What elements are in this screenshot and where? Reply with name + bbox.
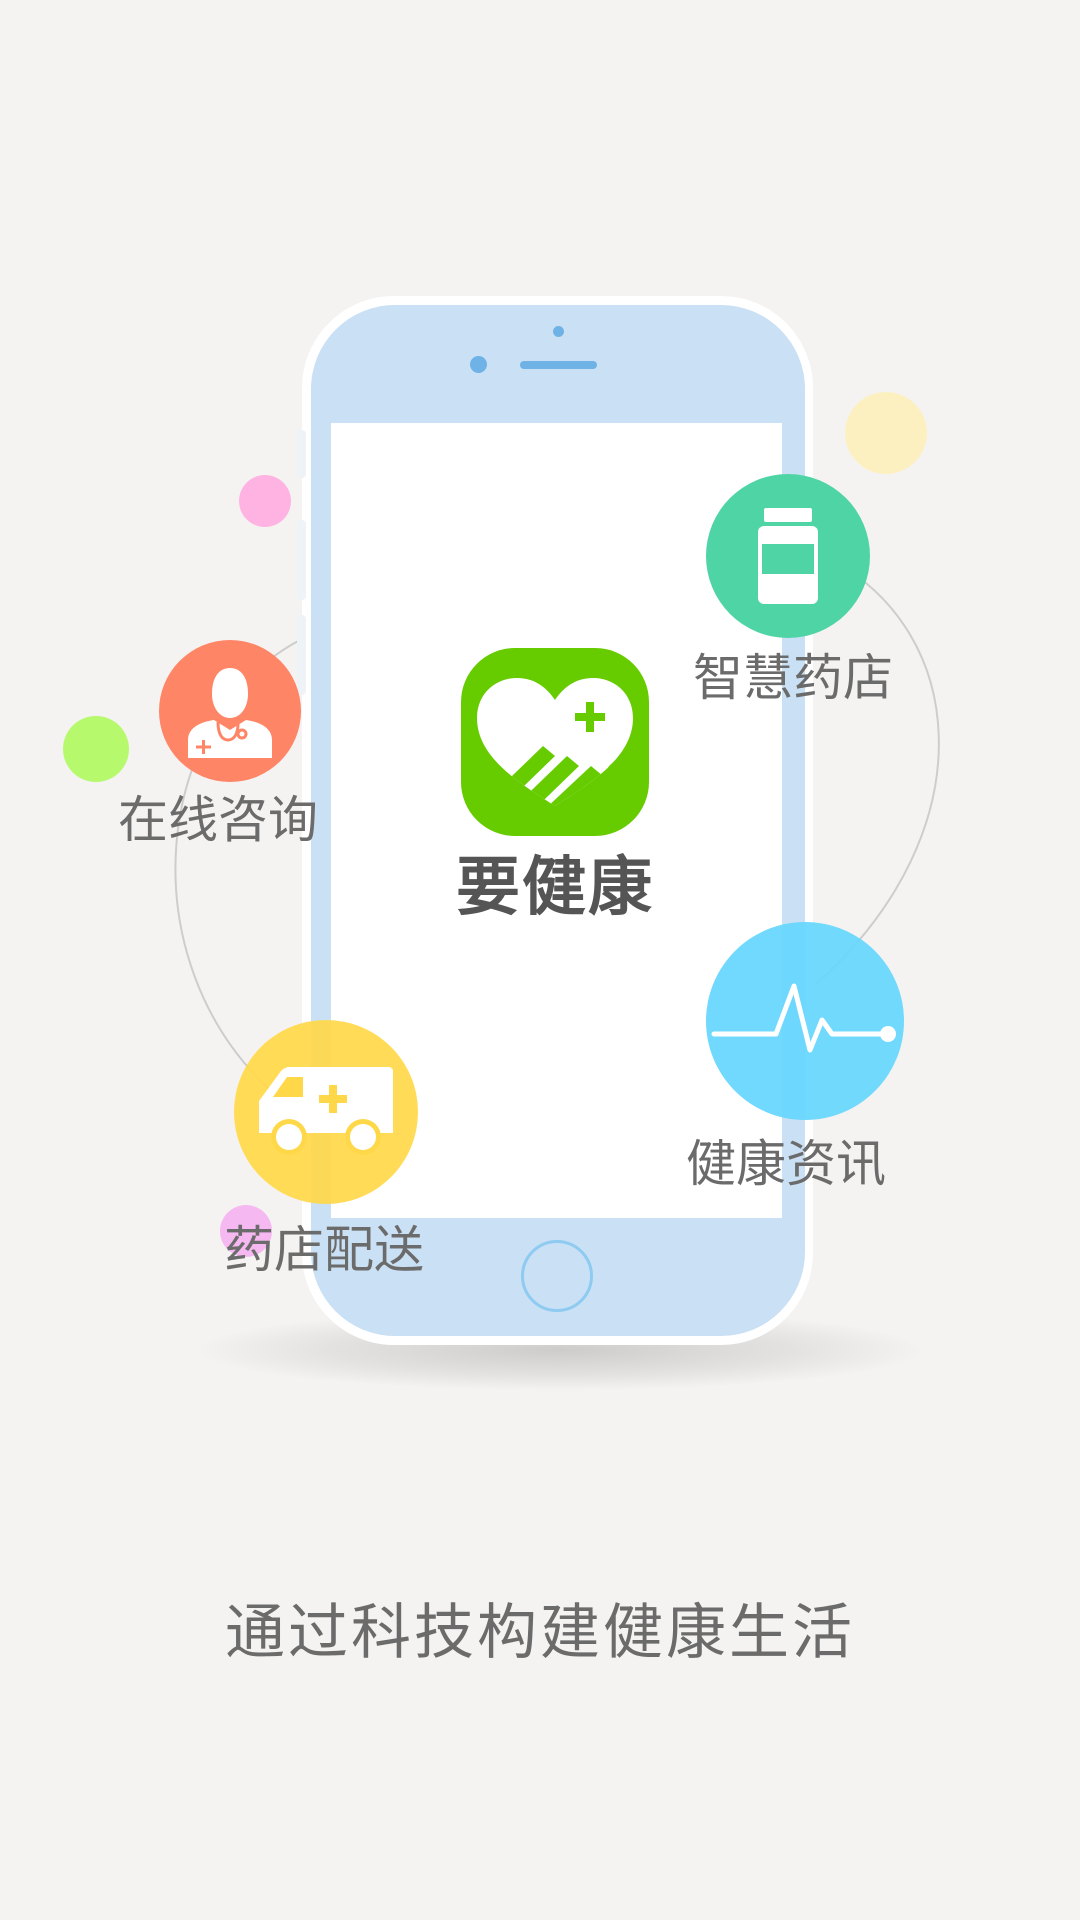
feature-delivery-label[interactable]: 药店配送 bbox=[224, 1220, 424, 1280]
ambulance-icon bbox=[259, 1067, 393, 1155]
decor-bubble-pink bbox=[239, 475, 291, 527]
phone-sensor bbox=[553, 326, 564, 337]
feature-pharmacy-label[interactable]: 智慧药店 bbox=[693, 648, 893, 708]
feature-consult-button[interactable] bbox=[159, 640, 301, 782]
feature-consult-label[interactable]: 在线咨询 bbox=[118, 790, 318, 850]
phone-camera bbox=[470, 356, 487, 373]
app-logo-icon bbox=[461, 648, 649, 836]
decor-bubble-green bbox=[63, 716, 129, 782]
tagline: 通过科技构建健康生活 bbox=[225, 1598, 855, 1668]
feature-news-button[interactable] bbox=[706, 922, 904, 1120]
phone-side-button bbox=[297, 520, 306, 600]
heartbeat-icon bbox=[711, 983, 896, 1053]
splash-screen: 要健康 智慧药店 在线咨询 药店配送 健康资讯 通过科技构建健康生活 bbox=[0, 0, 1080, 1920]
phone-speaker bbox=[520, 361, 597, 369]
medicine-bottle-icon bbox=[758, 508, 818, 604]
home-button[interactable] bbox=[521, 1240, 593, 1312]
feature-delivery-button[interactable] bbox=[234, 1020, 418, 1204]
decor-bubble-yellow bbox=[845, 392, 927, 474]
app-name: 要健康 bbox=[456, 851, 654, 925]
phone-side-button bbox=[297, 430, 306, 478]
feature-news-label[interactable]: 健康资讯 bbox=[686, 1134, 886, 1194]
doctor-icon bbox=[188, 668, 272, 758]
phone-side-button bbox=[297, 615, 306, 695]
feature-pharmacy-button[interactable] bbox=[706, 474, 870, 638]
